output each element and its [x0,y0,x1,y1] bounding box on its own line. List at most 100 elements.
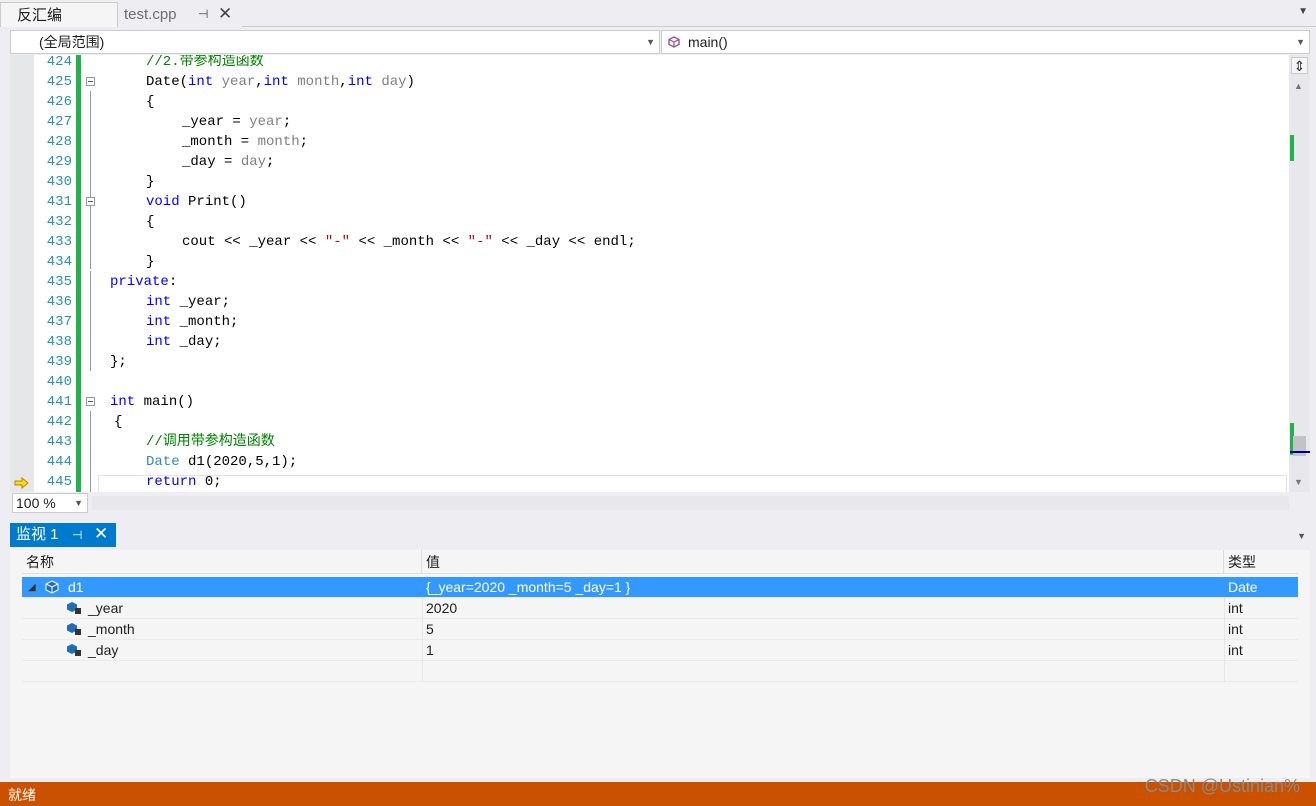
code-keyword: void [146,194,180,210]
code-token: Date( [146,74,189,90]
horizontal-scrollbar[interactable] [92,496,1289,510]
code-token: _day; [171,334,222,350]
line-number: 436 [46,294,72,310]
member-dropdown[interactable]: main() ▼ [661,30,1310,54]
chevron-down-icon: ▼ [1296,37,1305,47]
watch-row-name: d1 [68,579,84,595]
code-token: _year; [171,294,231,310]
watch-pane-header: 监视 1 ⊣ ✕ ▼ [10,523,1310,547]
column-divider [422,661,423,682]
watch-row[interactable]: _day 1 int [22,640,1298,661]
pin-icon[interactable]: ⊣ [72,523,82,547]
code-token: { [114,414,123,430]
collapse-icon[interactable] [86,77,95,86]
collapse-icon[interactable] [86,397,95,406]
scroll-down-icon[interactable]: ▼ [1294,477,1303,487]
scroll-change-marker [1290,135,1294,161]
status-bar: 就绪 [0,782,1316,806]
change-marker [76,55,81,72]
vertical-scrollbar[interactable]: ⇕ ▲ ▼ [1289,55,1310,492]
column-header-name[interactable]: 名称 [22,550,422,574]
close-icon[interactable]: ✕ [218,1,232,26]
change-marker [76,212,81,232]
code-line: 424 //2.带参构造函数 [34,55,1289,72]
watch-row-name: _year [88,600,124,616]
code-token: _month; [171,314,239,330]
watch-grid[interactable]: 名称 值 类型 ◢ d1 {_year=2020 _month=5 _day=1… [10,550,1310,778]
code-line: 426 { [34,92,1289,112]
code-param: month [297,74,340,90]
close-icon[interactable]: ✕ [94,522,108,546]
code-token: main() [135,394,195,410]
code-editor[interactable]: 424 //2.带参构造函数 425 Date(int year,int mon… [10,55,1310,492]
code-line: 434 } [34,252,1289,272]
code-keyword: int [347,74,373,90]
watch-row[interactable]: ◢ d1 {_year=2020 _month=5 _day=1 } Date [22,577,1298,598]
change-marker [76,252,81,272]
line-number: 428 [46,134,72,150]
watch-add-row[interactable] [22,661,1298,682]
code-keyword: private [110,274,169,290]
watch-row[interactable]: _month 5 int [22,619,1298,640]
code-token: _month = [182,134,258,150]
line-number: 431 [46,194,72,210]
line-number: 433 [46,234,72,250]
variable-icon [45,580,59,594]
code-line: 432 { [34,212,1289,232]
code-comment: //调用带参构造函数 [146,434,275,450]
zoom-dropdown[interactable]: 100 % ▼ [12,493,88,513]
watermark: CSDN @Ustinian% [1144,776,1300,796]
watch-row[interactable]: _year 2020 int [22,598,1298,619]
change-marker [76,392,81,412]
scroll-thumb[interactable] [1293,436,1306,456]
line-number: 441 [46,394,72,410]
chevron-down-icon[interactable]: ▼ [1298,6,1308,17]
watch-row-value: {_year=2020 _month=5 _day=1 } [426,579,631,595]
expander-icon[interactable]: ◢ [28,577,36,598]
code-token: : [168,274,178,290]
code-string: "-" [467,234,493,250]
change-marker [76,372,81,392]
change-marker [76,472,81,492]
variable-icon [67,623,81,635]
code-token: } [146,174,155,190]
code-token: _day = [182,154,241,170]
code-lines[interactable]: 424 //2.带参构造函数 425 Date(int year,int mon… [34,55,1289,492]
code-type: Date [146,454,180,470]
column-header-type[interactable]: 类型 [1224,550,1298,574]
column-header-value[interactable]: 值 [422,550,1224,574]
code-keyword: int [263,74,289,90]
chevron-down-icon[interactable]: ▼ [1297,531,1306,541]
tab-watch-1[interactable]: 监视 1 ⊣ ✕ [10,523,116,547]
change-marker [76,172,81,192]
change-marker [76,152,81,172]
cube-icon [668,36,680,48]
code-keyword: int [188,74,214,90]
line-number: 439 [46,354,72,370]
change-marker [76,312,81,332]
line-number: 430 [46,174,72,190]
line-number: 425 [46,74,72,90]
code-token: cout << _year << [182,234,325,250]
code-line: 431 void Print() [34,192,1289,212]
code-param: month [257,134,300,150]
scope-dropdown[interactable]: (全局范围) ▼ [10,30,660,54]
tab-test-cpp[interactable]: test.cpp ⊣ ✕ [118,2,242,27]
code-comment: //2.带参构造函数 [146,55,264,70]
scroll-up-icon[interactable]: ▲ [1294,81,1303,91]
split-icon[interactable]: ⇕ [1291,57,1308,74]
line-number: 444 [46,454,72,470]
collapse-icon[interactable] [86,197,95,206]
indicator-margin[interactable] [10,55,34,492]
code-line: 436 int _year; [34,292,1289,312]
variable-icon [67,644,81,656]
column-divider [1224,661,1225,682]
tab-disassembly[interactable]: 反汇编 [0,2,118,27]
code-keyword: return [146,474,197,490]
code-token: d1(2020,5,1); [179,454,298,470]
code-param: day [240,154,267,170]
change-marker [76,112,81,132]
pin-icon[interactable]: ⊣ [198,2,208,27]
execution-arrow-icon [14,477,29,489]
code-line: 425 Date(int year,int month,int day) [34,72,1289,92]
